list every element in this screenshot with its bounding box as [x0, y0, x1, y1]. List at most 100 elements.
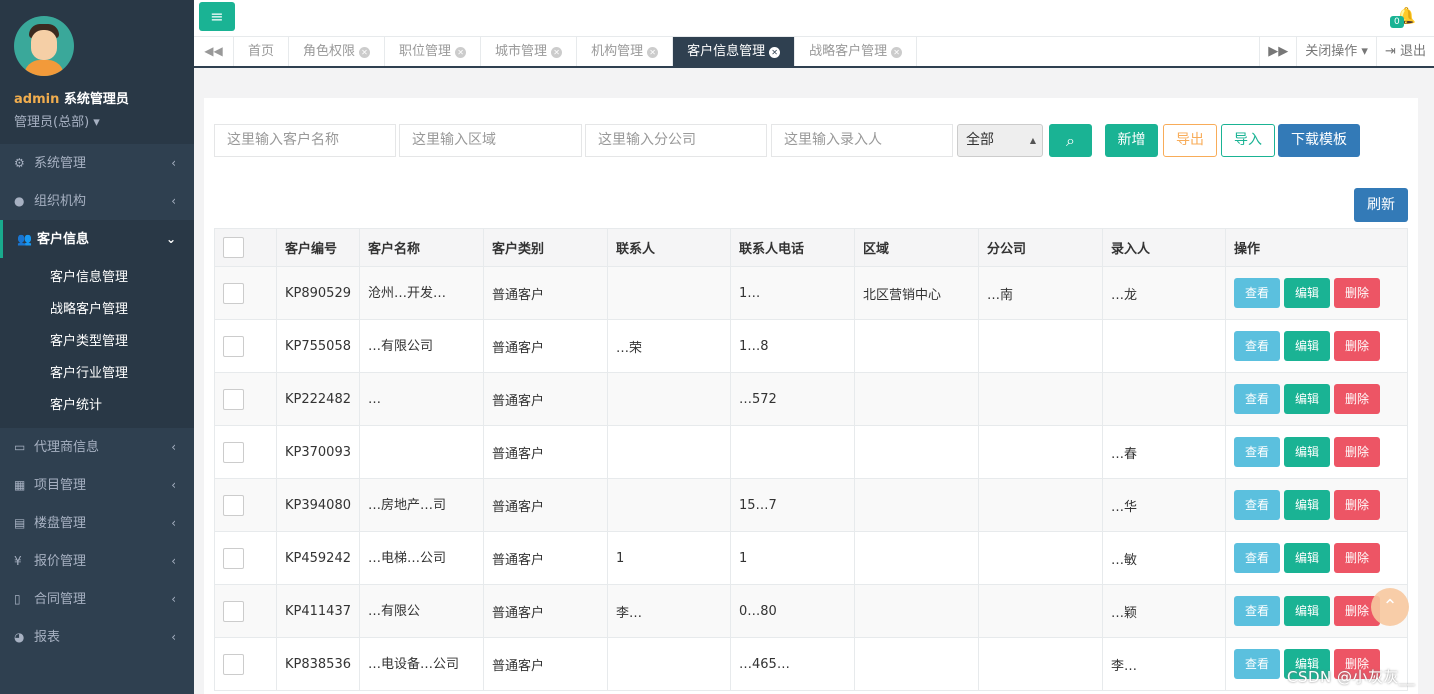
row-checkbox[interactable] [223, 335, 244, 357]
submenu-customer-stats[interactable]: 客户统计 [0, 390, 194, 422]
view-button[interactable]: 查看 [1234, 437, 1280, 467]
nav-item-contract[interactable]: ▯ 合同管理 ‹ [0, 580, 194, 618]
col-header[interactable]: 区域 [854, 228, 979, 267]
category-select[interactable]: 全部 ▲ [957, 124, 1043, 157]
entry-person-input[interactable]: 这里输入录入人 [771, 124, 953, 157]
delete-button[interactable]: 删除 [1334, 384, 1380, 414]
close-icon[interactable]: ✕ [359, 47, 371, 58]
close-operations-dropdown[interactable]: 关闭操作 ▾ [1296, 37, 1376, 66]
customer-name-input[interactable]: 这里输入客户名称 [214, 124, 396, 157]
delete-button[interactable]: 删除 [1334, 490, 1380, 520]
submenu-strategic-customer[interactable]: 战略客户管理 [0, 294, 194, 326]
col-header[interactable]: 分公司 [978, 228, 1103, 267]
row-checkbox[interactable] [223, 600, 244, 622]
nav-item-customer[interactable]: 👥 客户信息 ⌄ [0, 220, 194, 258]
edit-button[interactable]: 编辑 [1284, 437, 1330, 467]
import-button[interactable]: 导入 [1221, 124, 1275, 157]
row-checkbox[interactable] [223, 494, 244, 516]
cell-phone: 0…80 [730, 584, 855, 638]
delete-button[interactable]: 删除 [1334, 543, 1380, 573]
search-button[interactable]: ⌕ [1049, 124, 1092, 157]
close-icon[interactable]: ✕ [769, 47, 781, 58]
row-checkbox[interactable] [223, 388, 244, 410]
edit-button[interactable]: 编辑 [1284, 384, 1330, 414]
select-all-checkbox[interactable] [223, 237, 244, 258]
row-checkbox[interactable] [223, 547, 244, 569]
row-checkbox[interactable] [223, 282, 244, 304]
nav-item-project[interactable]: ▦ 项目管理 ‹ [0, 466, 194, 504]
nav-item-agent[interactable]: ▭ 代理商信息 ‹ [0, 428, 194, 466]
add-button[interactable]: 新增 [1105, 124, 1158, 157]
scroll-to-top-button[interactable]: ⌃ [1371, 588, 1409, 626]
nav-item-building[interactable]: ▤ 楼盘管理 ‹ [0, 504, 194, 542]
edit-button[interactable]: 编辑 [1284, 331, 1330, 361]
tabs-scroll-right-button[interactable]: ▶▶ [1259, 37, 1296, 66]
cell-phone: …572 [730, 372, 855, 426]
tab-city[interactable]: 城市管理 ✕ [481, 37, 578, 66]
cell-contact: …荣 [607, 319, 731, 373]
department-dropdown[interactable]: 管理员(总部) ▾ [14, 111, 180, 130]
nav-item-system[interactable]: ⚙ 系统管理 ‹ [0, 144, 194, 182]
refresh-button[interactable]: 刷新 [1354, 188, 1408, 222]
col-header[interactable]: 联系人电话 [730, 228, 855, 267]
col-header[interactable]: 联系人 [607, 228, 731, 267]
tabs-scroll-left-button[interactable]: ◀◀ [194, 37, 234, 66]
branch-input[interactable]: 这里输入分公司 [585, 124, 767, 157]
view-button[interactable]: 查看 [1234, 384, 1280, 414]
tab-label: 角色权限 [303, 44, 356, 59]
close-icon[interactable]: ✕ [647, 47, 659, 58]
nav-item-quote[interactable]: ¥ 报价管理 ‹ [0, 542, 194, 580]
tab-strategic-customer[interactable]: 战略客户管理 ✕ [795, 37, 918, 66]
view-button[interactable]: 查看 [1234, 331, 1280, 361]
edit-button[interactable]: 编辑 [1284, 278, 1330, 308]
close-icon[interactable]: ✕ [455, 47, 467, 58]
nav-item-report[interactable]: ◕ 报表 ‹ [0, 618, 194, 656]
tab-org[interactable]: 机构管理 ✕ [577, 37, 674, 66]
row-checkbox[interactable] [223, 653, 244, 675]
delete-button[interactable]: 删除 [1334, 278, 1380, 308]
view-button[interactable]: 查看 [1234, 278, 1280, 308]
nav-item-org[interactable]: ● 组织机构 ‹ [0, 182, 194, 220]
cell-customer-id: KP222482 [276, 372, 360, 426]
row-checkbox[interactable] [223, 441, 244, 463]
area-input[interactable]: 这里输入区域 [399, 124, 582, 157]
row-select-cell [214, 531, 277, 585]
export-button[interactable]: 导出 [1163, 124, 1217, 157]
edit-button[interactable]: 编辑 [1284, 543, 1330, 573]
submenu-customer-type[interactable]: 客户类型管理 [0, 326, 194, 358]
delete-button[interactable]: 删除 [1334, 437, 1380, 467]
user-icon: ● [14, 194, 25, 208]
cell-contact: 1 [607, 531, 731, 585]
delete-button[interactable]: 删除 [1334, 331, 1380, 361]
nav-label: 系统管理 [34, 156, 87, 171]
tab-position[interactable]: 职位管理 ✕ [385, 37, 482, 66]
notification-bell[interactable]: 🔔 0 [1390, 6, 1416, 30]
col-header[interactable]: 客户名称 [359, 228, 484, 267]
edit-button[interactable]: 编辑 [1284, 490, 1330, 520]
col-header[interactable]: 客户编号 [276, 228, 360, 267]
close-icon[interactable]: ✕ [891, 47, 903, 58]
view-button[interactable]: 查看 [1234, 490, 1280, 520]
cell-area [854, 319, 979, 373]
table-row: KP370093 普通客户 …春 查看 编辑 删除 [214, 425, 1408, 479]
view-button[interactable]: 查看 [1234, 543, 1280, 573]
submenu-customer-info[interactable]: 客户信息管理 [0, 262, 194, 294]
cell-contact [607, 425, 731, 479]
edit-button[interactable]: 编辑 [1284, 596, 1330, 626]
avatar[interactable] [14, 16, 74, 76]
tab-role[interactable]: 角色权限 ✕ [289, 37, 386, 66]
logout-button[interactable]: ⇥ 退出 [1375, 37, 1434, 66]
tab-home[interactable]: 首页 [234, 37, 290, 66]
col-header[interactable]: 录入人 [1102, 228, 1226, 267]
view-button[interactable]: 查看 [1234, 596, 1280, 626]
tab-customer-info[interactable]: 客户信息管理 ✕ [673, 37, 796, 66]
table-row: KP838536 …电设备…公司 普通客户 …465… 李… 查看 编辑 删除 [214, 637, 1408, 691]
menu-toggle-button[interactable]: ≡ [199, 2, 235, 31]
close-icon[interactable]: ✕ [551, 47, 563, 58]
submenu-customer-industry[interactable]: 客户行业管理 [0, 358, 194, 390]
view-button[interactable]: 查看 [1234, 649, 1280, 679]
top-header: ≡ 🔔 0 [194, 0, 1434, 37]
cell-customer-id: KP459242 [276, 531, 360, 585]
download-template-button[interactable]: 下载模板 [1278, 124, 1360, 157]
col-header[interactable]: 客户类别 [483, 228, 608, 267]
